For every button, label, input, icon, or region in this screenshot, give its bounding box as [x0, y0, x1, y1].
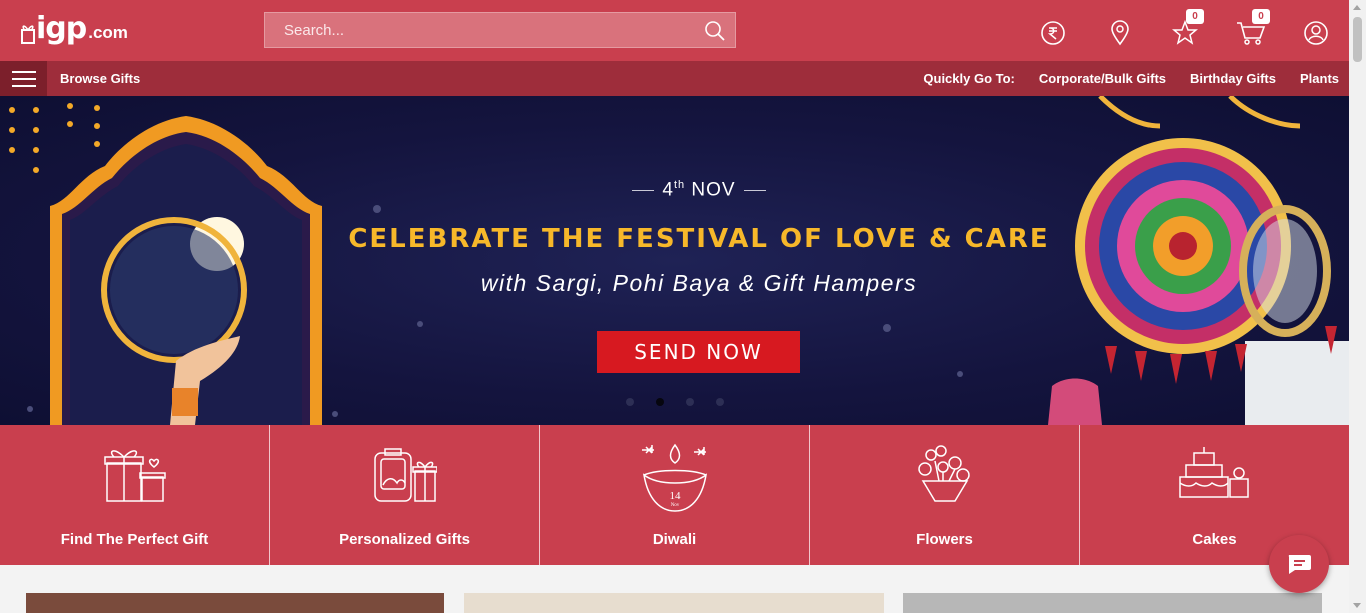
- hero-banner[interactable]: 4th NOV CELEBRATE THE FESTIVAL OF LOVE &…: [0, 96, 1349, 425]
- carousel-dots: [626, 398, 724, 406]
- product-tile[interactable]: [464, 593, 884, 613]
- category-personalized-gifts[interactable]: Personalized Gifts: [270, 425, 540, 565]
- wishlist-count-badge: 0: [1186, 9, 1204, 24]
- product-tile[interactable]: [903, 593, 1322, 613]
- cart-count-badge: 0: [1252, 9, 1270, 24]
- flower-pot-icon: [917, 445, 970, 502]
- quick-link-corporate[interactable]: Corporate/Bulk Gifts: [1039, 71, 1166, 86]
- carousel-dot-active[interactable]: [656, 398, 664, 406]
- account-button[interactable]: [1301, 18, 1331, 48]
- date-month: NOV: [691, 179, 736, 201]
- diya-date: 14: [669, 490, 681, 502]
- hamburger-line: [11, 77, 36, 80]
- cake-icon: [1178, 447, 1249, 498]
- quick-link-birthday[interactable]: Birthday Gifts: [1190, 71, 1276, 86]
- logo-text: igp: [36, 11, 87, 46]
- currency-button[interactable]: [1038, 18, 1068, 48]
- date-rule-right: [743, 189, 766, 191]
- carousel-dot[interactable]: [626, 398, 634, 406]
- search-box: [264, 12, 736, 48]
- chat-button[interactable]: [1269, 535, 1329, 593]
- category-flowers[interactable]: Flowers: [810, 425, 1080, 565]
- carousel-dot[interactable]: [686, 398, 694, 406]
- category-strip: Find The Perfect Gift Personalized Gifts: [0, 425, 1349, 565]
- quick-link-plants[interactable]: Plants: [1300, 71, 1339, 86]
- date-rule-left: [632, 189, 655, 191]
- igp-logo[interactable]: igp .com: [21, 14, 128, 44]
- page-scrollbar[interactable]: [1349, 0, 1366, 613]
- user-icon: [1304, 21, 1328, 45]
- quick-links: Quickly Go To: Corporate/Bulk Gifts Birt…: [923, 71, 1349, 86]
- search-input[interactable]: [265, 13, 735, 47]
- category-diwali[interactable]: 14 Nov Diwali: [540, 425, 810, 565]
- category-label: Find The Perfect Gift: [60, 531, 209, 548]
- carousel-dot[interactable]: [716, 398, 724, 406]
- chat-icon: [1288, 555, 1311, 574]
- scroll-up-arrow[interactable]: [1353, 5, 1361, 10]
- hero-subtitle: with Sargi, Pohi Baya & Gift Hampers: [480, 270, 918, 296]
- product-tile[interactable]: [26, 593, 444, 613]
- rupee-icon: [1041, 21, 1065, 45]
- cart-button[interactable]: 0: [1236, 9, 1270, 48]
- hero-title: CELEBRATE THE FESTIVAL OF LOVE & CARE: [348, 224, 1050, 254]
- hamburger-menu-button[interactable]: [0, 61, 47, 96]
- category-find-perfect-gift[interactable]: Find The Perfect Gift: [0, 425, 270, 565]
- logo-suffix: .com: [88, 23, 128, 42]
- gift-boxes-icon: [103, 450, 166, 502]
- hamburger-line: [11, 84, 36, 87]
- nav-bar: Browse Gifts Quickly Go To: Corporate/Bu…: [0, 61, 1349, 96]
- browse-gifts-link[interactable]: Browse Gifts: [60, 71, 140, 86]
- location-button[interactable]: [1105, 18, 1135, 48]
- gift-logo-icon: [21, 25, 35, 44]
- hero-background-art: [9, 96, 1349, 425]
- search-icon[interactable]: [704, 20, 726, 42]
- category-label: Flowers: [916, 531, 973, 548]
- category-label: Diwali: [652, 531, 697, 548]
- diya-month: Nov: [670, 503, 679, 508]
- location-pin-icon: [1111, 20, 1129, 46]
- send-now-button[interactable]: SEND NOW: [597, 331, 800, 373]
- hero-date: 4th NOV: [0, 179, 1349, 201]
- personalized-gift-icon: [373, 448, 437, 502]
- scrollbar-thumb[interactable]: [1353, 17, 1362, 62]
- product-tiles: [0, 565, 1349, 613]
- date-day: 4: [662, 179, 674, 201]
- wishlist-button[interactable]: 0: [1170, 9, 1204, 48]
- scroll-down-arrow[interactable]: [1353, 603, 1361, 608]
- diya-icon: 14 Nov: [641, 443, 707, 512]
- top-header: igp .com 0 0: [0, 0, 1349, 61]
- hamburger-line: [11, 70, 36, 73]
- quick-go-label: Quickly Go To:: [923, 71, 1015, 86]
- category-label: Personalized Gifts: [339, 531, 470, 548]
- date-suffix: th: [673, 179, 686, 191]
